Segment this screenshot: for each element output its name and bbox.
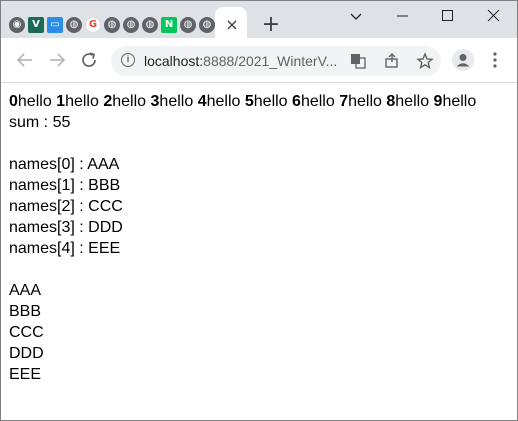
back-arrow-icon[interactable]	[13, 48, 37, 72]
list-item: DDD	[9, 345, 44, 362]
list-item: names[4] : EEE	[9, 240, 121, 257]
hello-text: hello	[206, 93, 241, 110]
url-rest: 8888/2021_WinterV...	[203, 53, 338, 69]
list-item: AAA	[9, 282, 42, 299]
globe-icon[interactable]: ◍	[66, 17, 82, 33]
reload-icon[interactable]	[77, 48, 101, 72]
hello-item: 3hello	[151, 93, 194, 110]
new-tab-button[interactable]: +	[260, 14, 282, 36]
bookmark-star-icon[interactable]	[416, 52, 434, 70]
globe-icon[interactable]: ◍	[123, 17, 139, 33]
hello-index: 7	[339, 93, 349, 110]
url-host: localhost:	[144, 53, 204, 69]
chat-icon[interactable]: ▭	[47, 17, 63, 33]
hello-index: 0	[9, 93, 18, 110]
hello-text: hello	[17, 93, 52, 110]
hello-text: hello	[300, 93, 335, 110]
hello-text: hello	[442, 93, 477, 110]
globe-icon[interactable]: ◍	[104, 17, 120, 33]
v-icon[interactable]: V	[28, 17, 44, 33]
hello-index: 4	[197, 93, 207, 110]
address-bar[interactable]: i localhost:8888/2021_WinterV...	[111, 46, 441, 76]
hello-text: hello	[65, 93, 99, 110]
maximize-icon[interactable]	[425, 1, 470, 31]
browser-toolbar: i localhost:8888/2021_WinterV...	[1, 38, 517, 83]
hello-index: 6	[292, 93, 301, 110]
kebab-menu-icon[interactable]	[487, 49, 503, 71]
hello-text: hello	[112, 93, 147, 110]
list-item: CCC	[9, 324, 44, 341]
minimize-icon[interactable]	[380, 1, 425, 31]
hello-item: 7hello	[339, 93, 382, 110]
tab-search-chevron-icon[interactable]	[334, 1, 379, 31]
translate-icon[interactable]	[349, 52, 367, 70]
forward-arrow-icon[interactable]	[45, 48, 69, 72]
globe-icon[interactable]: ◍	[180, 17, 196, 33]
list-item: names[2] : CCC	[9, 198, 123, 215]
hello-item: 0hello	[9, 93, 52, 110]
hello-item: 5hello	[245, 93, 288, 110]
site-info-icon[interactable]: i	[121, 53, 135, 67]
window-close-icon[interactable]	[471, 1, 516, 31]
tab-close-icon[interactable]: ×	[223, 16, 241, 34]
hello-item: 6hello	[292, 93, 335, 110]
list-item: names[1] : BBB	[9, 177, 121, 194]
sum-line: sum : 55	[9, 114, 71, 131]
share-icon[interactable]	[383, 52, 401, 70]
hello-text: hello	[253, 93, 288, 110]
hello-index: 8	[386, 93, 396, 110]
list-item: names[3] : DDD	[9, 219, 123, 236]
url-text[interactable]: localhost:8888/2021_WinterV...	[144, 53, 337, 69]
hello-text: hello	[159, 93, 194, 110]
hello-index: 5	[244, 93, 254, 110]
google-icon[interactable]: G	[85, 17, 101, 33]
hello-item: 2hello	[103, 93, 146, 110]
hello-line: 0hello 1hello 2hello 3hello 4hello 5hell…	[9, 91, 509, 112]
pinned-tabs: ◉ V ▭ ◍ G ◍ ◍ ◍ N ◍ ◍	[9, 17, 215, 33]
github-icon[interactable]: ◉	[9, 17, 25, 33]
hello-item: 8hello	[386, 93, 429, 110]
list-item: names[0] : AAA	[9, 156, 120, 173]
hello-index: 1	[56, 93, 66, 110]
globe-icon[interactable]: ◍	[142, 17, 158, 33]
list-item: EEE	[9, 366, 42, 383]
browser-window: ◉ V ▭ ◍ G ◍ ◍ ◍ N ◍ ◍ × + i localhost:88…	[0, 0, 518, 421]
hello-text: hello	[395, 93, 430, 110]
profile-avatar-icon[interactable]	[452, 49, 474, 71]
tab-strip: ◉ V ▭ ◍ G ◍ ◍ ◍ N ◍ ◍ × +	[1, 1, 517, 38]
globe-icon[interactable]: ◍	[199, 17, 215, 33]
hello-item: 4hello	[198, 93, 241, 110]
hello-index: 2	[103, 93, 113, 110]
list-item: BBB	[9, 303, 42, 320]
page-content: 0hello 1hello 2hello 3hello 4hello 5hell…	[9, 91, 509, 385]
naver-icon[interactable]: N	[161, 17, 177, 33]
names-indexed-list: names[0] : AAA names[1] : BBB names[2] :…	[9, 154, 509, 259]
names-plain-list: AAA BBB CCC DDD EEE	[9, 280, 509, 385]
hello-text: hello	[348, 93, 382, 110]
hello-item: 9hello	[434, 93, 477, 110]
hello-item: 1hello	[56, 93, 99, 110]
